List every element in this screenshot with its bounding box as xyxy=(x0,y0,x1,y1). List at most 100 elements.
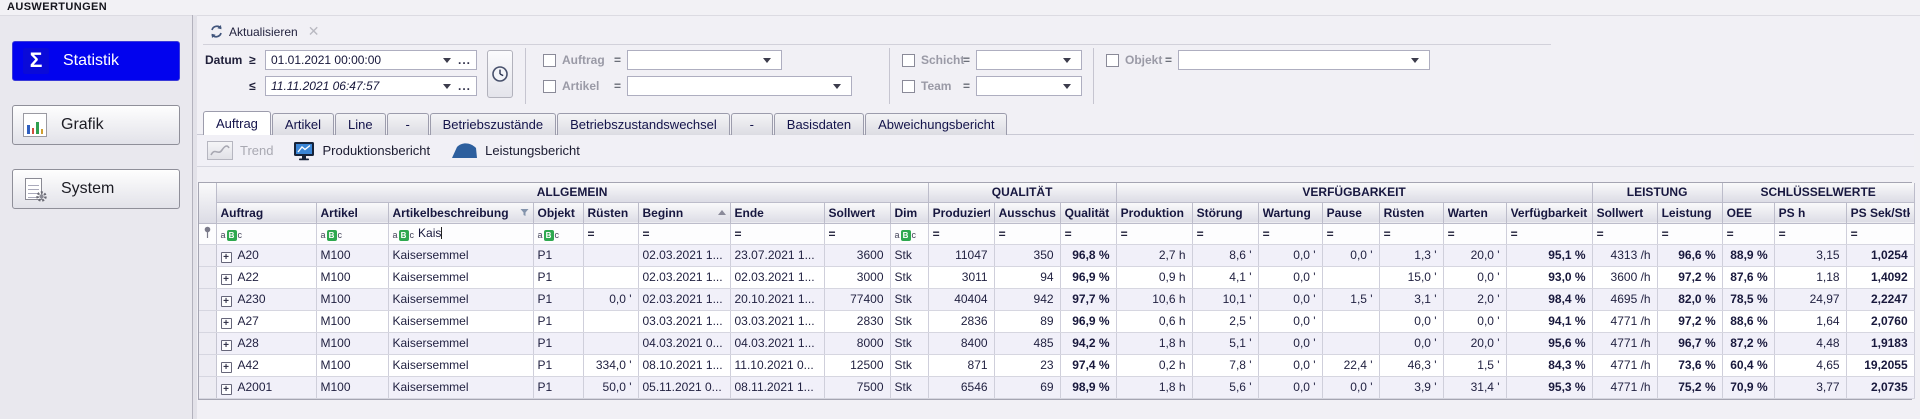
cell[interactable]: 8400 xyxy=(928,332,995,355)
cell[interactable]: 88,9 % xyxy=(1722,244,1775,267)
cell[interactable]: 50,0 ' xyxy=(583,376,639,399)
table-row[interactable]: + A42 M100 Kaisersemmel P1 334,0 ' 08.10.2021 … xyxy=(199,354,1915,377)
filter-cell-verf-gbarkeit[interactable]: = xyxy=(1506,223,1593,245)
cell[interactable]: + A42 xyxy=(216,354,317,377)
cell[interactable]: 22,4 ' xyxy=(1322,354,1380,377)
cell[interactable]: 95,1 % xyxy=(1506,244,1593,267)
tab-basisdaten[interactable]: Basisdaten xyxy=(773,113,865,135)
filter-pin-button[interactable] xyxy=(199,223,217,245)
cell[interactable]: 0,0 ' xyxy=(1258,244,1323,267)
cell[interactable]: 31,4 ' xyxy=(1443,376,1507,399)
filter-cell-ausschuss[interactable]: = xyxy=(994,223,1061,245)
cell[interactable]: 89 xyxy=(994,310,1061,333)
cell[interactable]: 08.11.2021 1... xyxy=(730,376,825,399)
cell[interactable]: 1,5 ' xyxy=(1322,288,1380,311)
cell[interactable]: M100 xyxy=(316,288,389,311)
cell[interactable]: 2,0735 xyxy=(1846,376,1915,399)
table-row[interactable]: + A28 M100 Kaisersemmel P1 04.03.2021 0... 04.… xyxy=(199,332,1915,355)
expand-row-icon[interactable]: + xyxy=(220,339,232,351)
filter-cell-sollwert[interactable]: = xyxy=(1592,223,1658,245)
cell[interactable]: Kaisersemmel xyxy=(388,376,534,399)
cell[interactable]: + A22 xyxy=(216,266,317,289)
cell[interactable]: 0,9 h xyxy=(1116,266,1193,289)
cell[interactable]: 24,97 xyxy=(1774,288,1847,311)
filter-cell-dim[interactable]: aBc xyxy=(890,223,929,245)
column-header-verf-gbarkeit[interactable]: Verfügbarkeit xyxy=(1506,202,1593,224)
cell[interactable]: Kaisersemmel xyxy=(388,244,534,267)
cell[interactable]: 97,2 % xyxy=(1657,266,1723,289)
cell[interactable]: Stk xyxy=(890,266,929,289)
cell[interactable]: 97,2 % xyxy=(1657,310,1723,333)
cell[interactable]: 97,7 % xyxy=(1060,288,1117,311)
filter-cell-qualit-t[interactable]: = xyxy=(1060,223,1117,245)
trend-button[interactable]: Trend xyxy=(207,141,273,160)
expand-row-icon[interactable]: + xyxy=(220,383,232,395)
auftrag-checkbox[interactable] xyxy=(543,53,556,67)
column-band-leistung[interactable]: LEISTUNG xyxy=(1592,183,1723,203)
cell[interactable]: 70,9 % xyxy=(1722,376,1775,399)
cell[interactable]: P1 xyxy=(533,310,584,333)
cell[interactable]: 4,65 xyxy=(1774,354,1847,377)
cell[interactable]: 04.03.2021 1... xyxy=(730,332,825,355)
date-to-input[interactable]: 11.11.2021 06:47:57 ... xyxy=(265,76,477,96)
cell[interactable]: 1,8 h xyxy=(1116,332,1193,355)
cell[interactable]: 40404 xyxy=(928,288,995,311)
filter-cell-auftrag[interactable]: aBc xyxy=(216,223,317,245)
expand-row-icon[interactable]: + xyxy=(220,295,232,307)
cell[interactable]: Stk xyxy=(890,376,929,399)
cell[interactable]: 0,0 ' xyxy=(1258,266,1323,289)
cell[interactable]: 2,0760 xyxy=(1846,310,1915,333)
column-header-sollwert[interactable]: Sollwert xyxy=(824,202,891,224)
filter-cell-r-sten[interactable]: = xyxy=(1379,223,1444,245)
cell[interactable]: P1 xyxy=(533,266,584,289)
cell[interactable]: Stk xyxy=(890,288,929,311)
cell[interactable]: 11047 xyxy=(928,244,995,267)
cell[interactable]: 20,0 ' xyxy=(1443,244,1507,267)
table-row[interactable]: + A27 M100 Kaisersemmel P1 03.03.2021 1... 03.… xyxy=(199,310,1915,333)
objekt-combobox[interactable] xyxy=(1178,50,1431,70)
cell[interactable]: 97,4 % xyxy=(1060,354,1117,377)
cell[interactable]: + A28 xyxy=(216,332,317,355)
tab-placeholder-1[interactable]: - xyxy=(386,113,429,135)
expand-row-icon[interactable]: + xyxy=(220,273,232,285)
cell[interactable]: 0,0 ' xyxy=(1322,376,1380,399)
cell[interactable]: 19,2055 xyxy=(1846,354,1915,377)
cell[interactable]: 4,48 xyxy=(1774,332,1847,355)
cell[interactable]: 1,4092 xyxy=(1846,266,1915,289)
cell[interactable]: 0,2 h xyxy=(1116,354,1193,377)
cell[interactable]: 93,0 % xyxy=(1506,266,1593,289)
cell[interactable]: + A27 xyxy=(216,310,317,333)
tab-betriebszustandswechsel[interactable]: Betriebszustandswechsel xyxy=(557,113,730,135)
cell[interactable] xyxy=(583,310,639,333)
cell[interactable]: 7,8 ' xyxy=(1192,354,1259,377)
column-band-verf-gbarkeit[interactable]: VERFÜGBARKEIT xyxy=(1116,183,1593,203)
cell[interactable]: 5,6 ' xyxy=(1192,376,1259,399)
cell[interactable]: + A230 xyxy=(216,288,317,311)
cell[interactable]: 03.03.2021 1... xyxy=(638,310,731,333)
cell[interactable]: 1,3 ' xyxy=(1379,244,1444,267)
cell[interactable]: 02.03.2021 1... xyxy=(638,266,731,289)
cell[interactable]: 20.10.2021 1... xyxy=(730,288,825,311)
cell[interactable]: 334,0 ' xyxy=(583,354,639,377)
tab-betriebszustaende[interactable]: Betriebszustände xyxy=(429,113,557,135)
filter-cell-artikelbeschreibung[interactable]: a Bc Kais xyxy=(388,223,534,245)
cell[interactable]: Kaisersemmel xyxy=(388,288,534,311)
text-filter-icon[interactable]: aBc xyxy=(221,229,242,241)
tab-placeholder-2[interactable]: - xyxy=(730,113,773,135)
cell[interactable]: 94 xyxy=(994,266,1061,289)
cell[interactable]: 15,0 ' xyxy=(1379,266,1444,289)
cell[interactable]: 7500 xyxy=(824,376,891,399)
cell[interactable]: 23.07.2021 1... xyxy=(730,244,825,267)
cell[interactable] xyxy=(583,266,639,289)
cell[interactable]: 95,3 % xyxy=(1506,376,1593,399)
cell[interactable]: P1 xyxy=(533,376,584,399)
cell[interactable]: P1 xyxy=(533,244,584,267)
cell[interactable]: 02.03.2021 1... xyxy=(730,266,825,289)
cell[interactable]: 03.03.2021 1... xyxy=(730,310,825,333)
column-header-produziert[interactable]: Produziert xyxy=(928,202,995,224)
cell[interactable]: 4,1 ' xyxy=(1192,266,1259,289)
column-header-r-sten[interactable]: Rüsten xyxy=(583,202,639,224)
cell[interactable]: 0,0 ' xyxy=(1258,310,1323,333)
cell[interactable]: M100 xyxy=(316,266,389,289)
column-header-ps-sek-stk[interactable]: PS Sek/Stk xyxy=(1846,202,1915,224)
